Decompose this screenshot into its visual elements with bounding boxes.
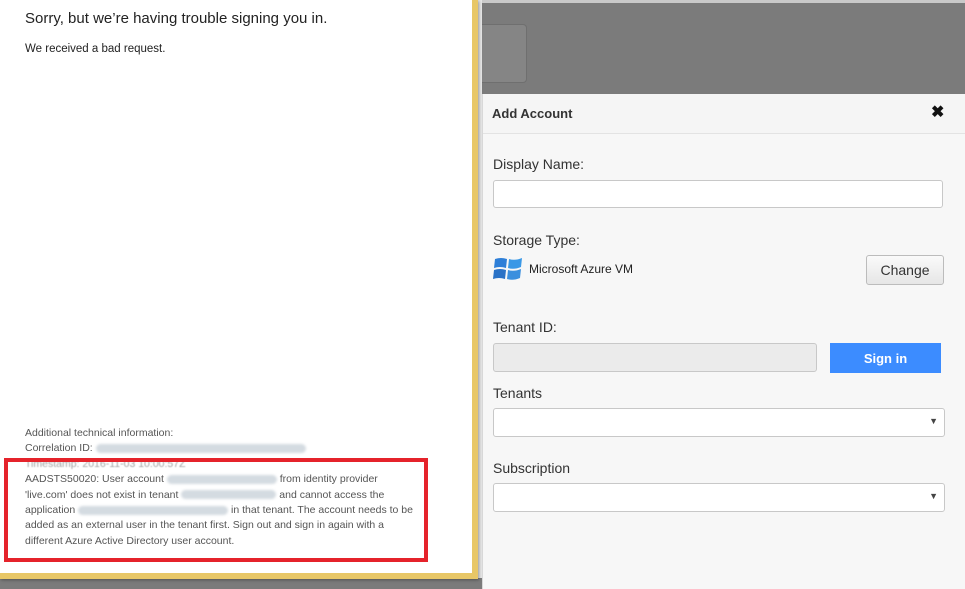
error-message: AADSTS50020: User account from identity … (25, 472, 417, 549)
change-storage-button[interactable]: Change (866, 255, 944, 285)
redacted-user-account (166, 474, 277, 484)
error-title: Sorry, but we’re having trouble signing … (25, 10, 328, 27)
panel-header: Add Account ✖ (483, 94, 965, 134)
chevron-down-icon: ▼ (929, 491, 938, 501)
display-name-label: Display Name: (493, 156, 585, 172)
add-account-panel: Add Account ✖ Display Name: Storage Type… (482, 94, 965, 589)
chevron-down-icon: ▼ (929, 416, 938, 426)
display-name-input[interactable] (493, 180, 943, 208)
tech-info-heading: Additional technical information: (25, 427, 174, 439)
windows-logo-icon (493, 258, 522, 280)
subscription-select[interactable]: ▼ (493, 483, 945, 512)
timestamp-line: Timestamp: 2016-11-03 10:00:57Z (25, 457, 186, 470)
error-subtitle: We received a bad request. (25, 43, 166, 55)
sign-in-button[interactable]: Sign in (830, 343, 941, 373)
error-message-part-1: AADSTS50020: User account (25, 473, 164, 486)
tenants-select[interactable]: ▼ (493, 408, 945, 437)
correlation-id-label: Correlation ID: (25, 442, 93, 455)
sign-in-error-window: Sorry, but we’re having trouble signing … (0, 0, 478, 579)
correlation-id-line: Correlation ID: (25, 441, 417, 456)
close-icon[interactable]: ✖ (931, 104, 944, 122)
subscription-label: Subscription (493, 460, 571, 476)
redacted-application-id (78, 505, 229, 515)
storage-type-label: Storage Type: (493, 232, 580, 248)
background-app-card (482, 24, 527, 83)
background-app-footer (0, 578, 482, 589)
technical-information: Additional technical information: Correl… (25, 426, 417, 549)
tenants-label: Tenants (493, 385, 543, 401)
redacted-tenant (181, 490, 277, 500)
panel-title: Add Account (492, 106, 573, 121)
tenant-id-label: Tenant ID: (493, 319, 557, 335)
storage-type-value: Microsoft Azure VM (529, 262, 634, 276)
redacted-correlation-id (95, 444, 306, 454)
background-app-area (482, 0, 965, 94)
tenant-id-input[interactable] (493, 343, 817, 372)
